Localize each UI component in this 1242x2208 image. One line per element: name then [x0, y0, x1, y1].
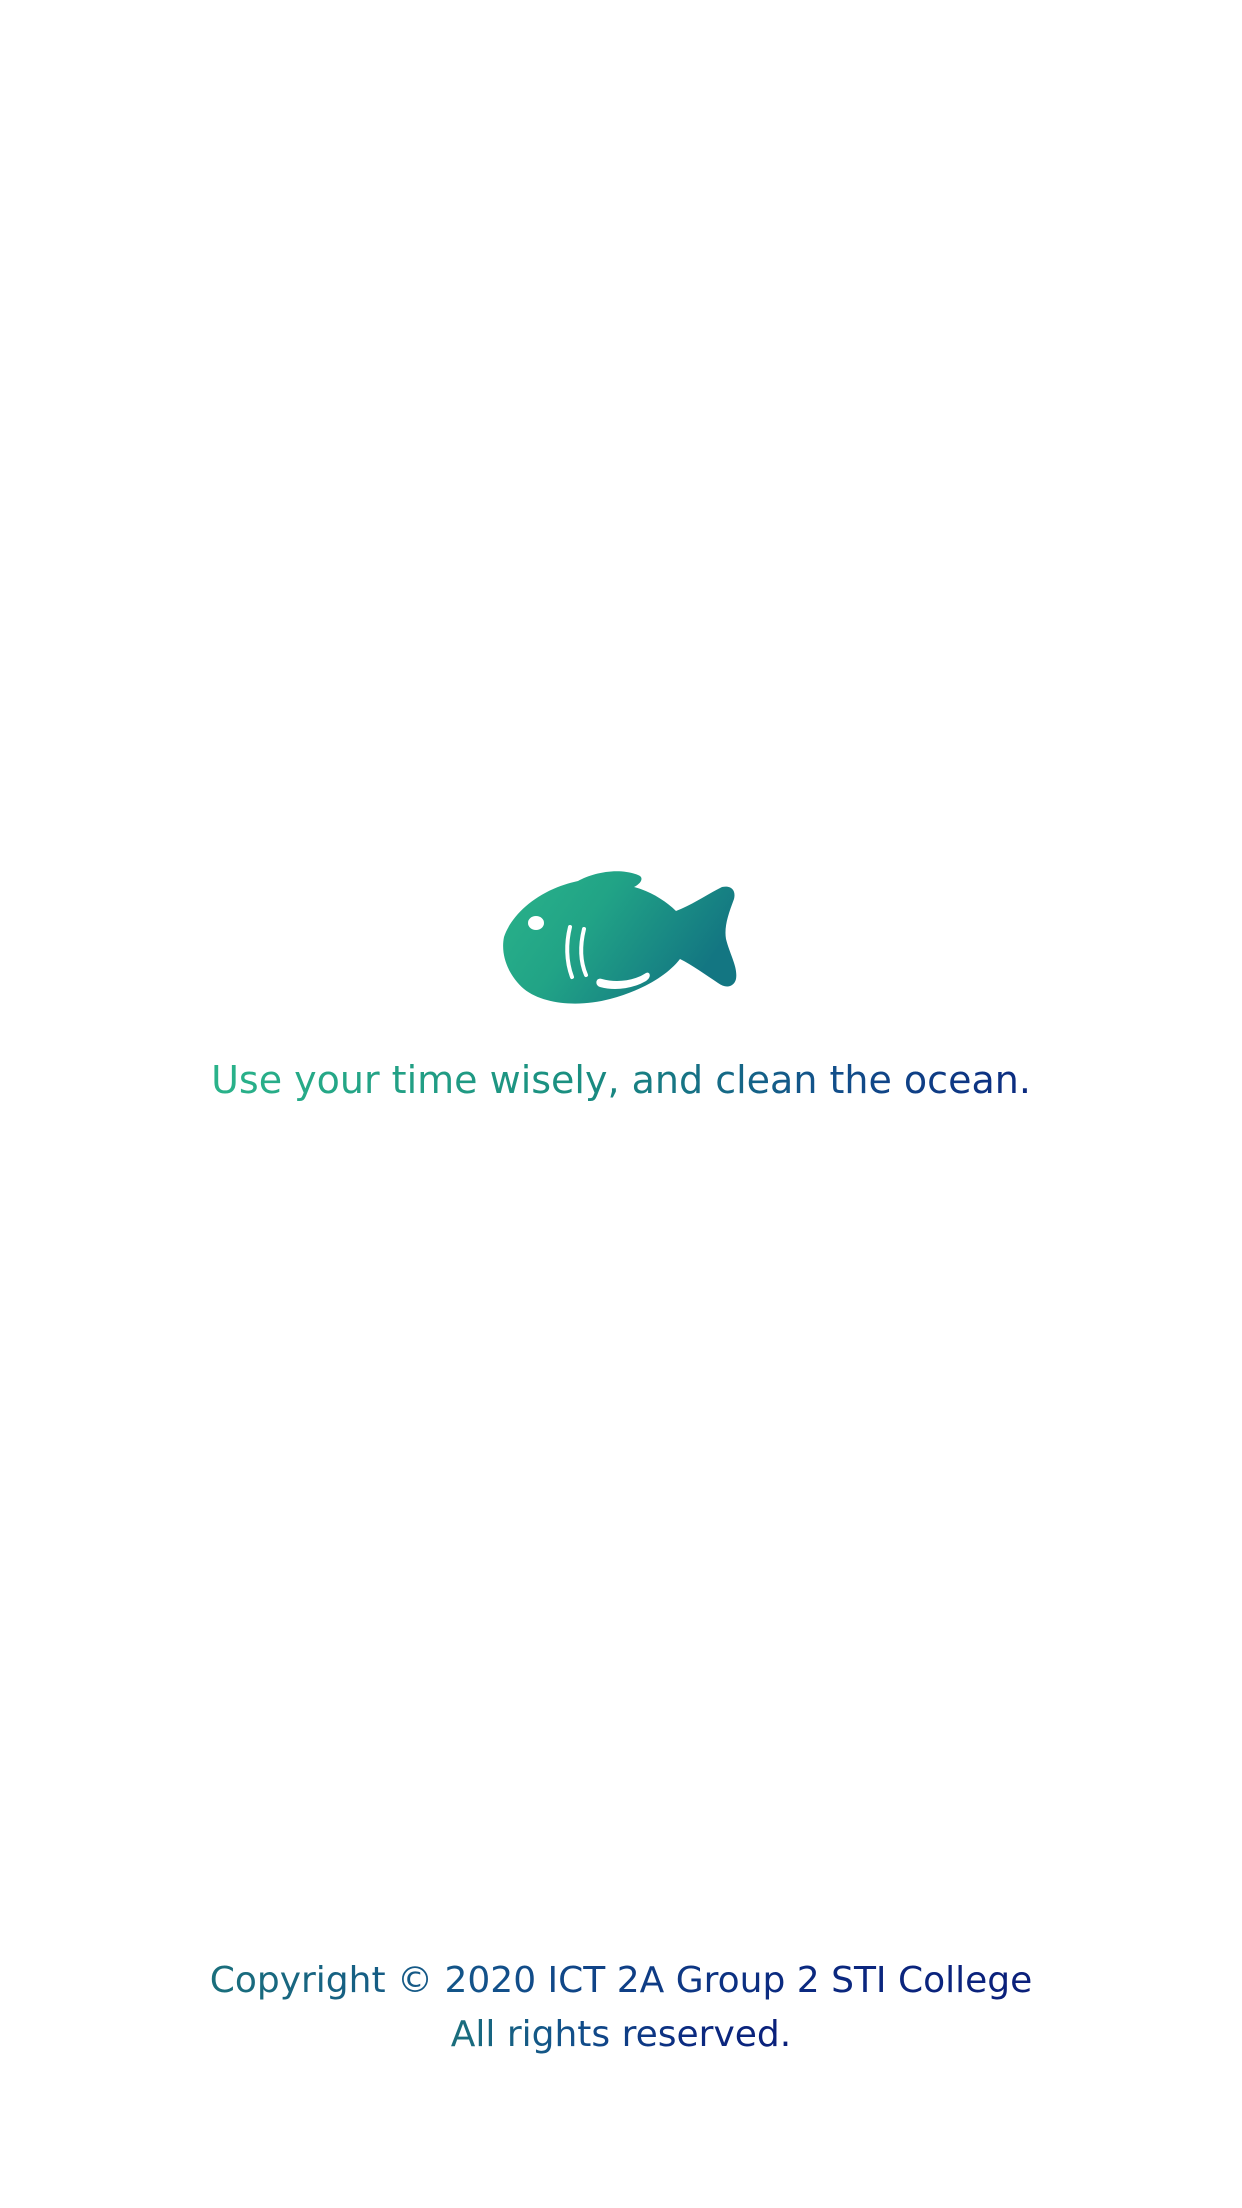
tagline: Use your time wisely, and clean the ocea… [0, 1056, 1242, 1104]
rights-line: All rights reserved. [0, 2008, 1242, 2062]
tagline-text: Use your time wisely, and clean the ocea… [211, 1058, 1031, 1102]
footer: Copyright © 2020 ICT 2A Group 2 STI Coll… [0, 1954, 1242, 2062]
copyright-line: Copyright © 2020 ICT 2A Group 2 STI Coll… [0, 1954, 1242, 2008]
rights-text: All rights reserved. [451, 2008, 791, 2062]
copyright-text: Copyright © 2020 ICT 2A Group 2 STI Coll… [210, 1954, 1033, 2008]
fish-icon [500, 867, 740, 1009]
splash-screen: Use your time wisely, and clean the ocea… [0, 0, 1242, 2208]
